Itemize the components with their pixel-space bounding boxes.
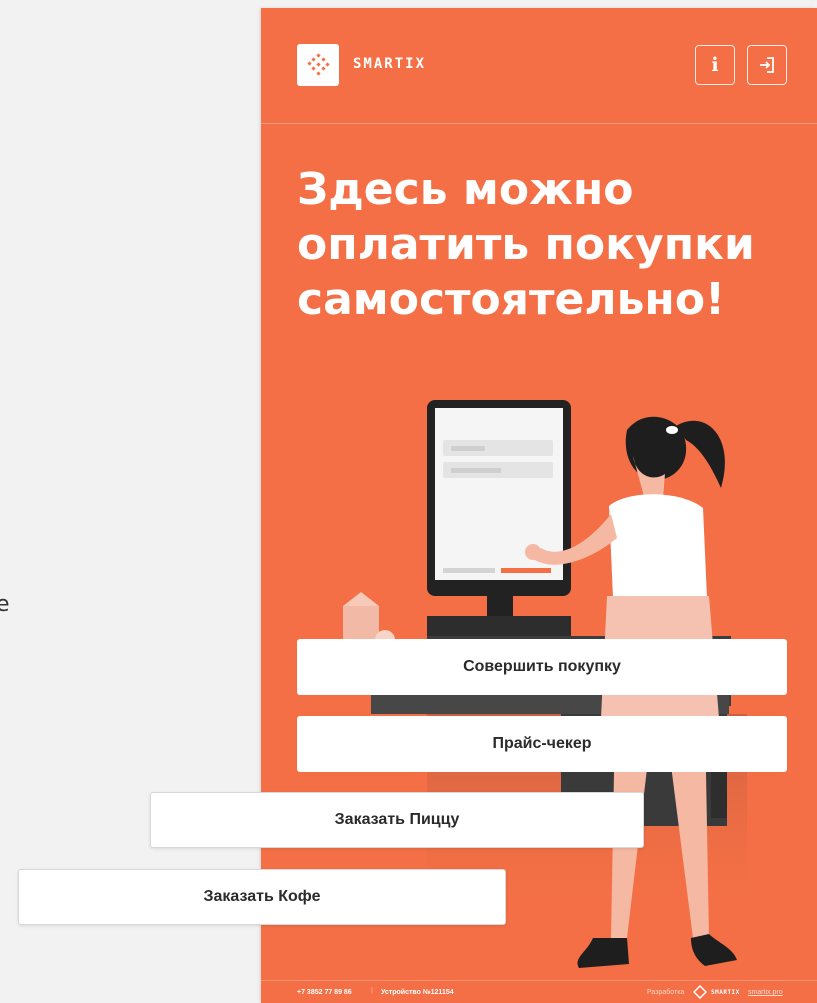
footer-phone: +7 3852 77 89 86 xyxy=(297,989,352,996)
headline-line-1: Здесь можно xyxy=(297,164,634,215)
page-title: Здесь можно оплатить покупки самостоятел… xyxy=(297,162,797,327)
footer-dev-brand: SMARTIX xyxy=(711,989,740,996)
smartix-small-logo-icon xyxy=(693,985,707,999)
header: SMARTIX i xyxy=(261,8,817,124)
kiosk-panel: SMARTIX i Здесь можно оплатить покупки с… xyxy=(261,8,817,1003)
brand-name: SMARTIX xyxy=(353,56,427,72)
buy-button[interactable]: Совершить покупку xyxy=(297,639,787,695)
info-button[interactable]: i xyxy=(695,45,735,85)
smartix-logo-icon xyxy=(297,44,339,86)
footer-device-id: Устройство №121154 xyxy=(381,989,454,996)
order-pizza-button[interactable]: Заказать Пиццу xyxy=(150,792,644,848)
login-button[interactable] xyxy=(747,45,787,85)
price-checker-button[interactable]: Прайс-чекер xyxy=(297,716,787,772)
order-coffee-button[interactable]: Заказать Кофе xyxy=(18,869,506,925)
login-icon xyxy=(760,57,774,73)
info-icon: i xyxy=(711,54,719,76)
headline-line-2: оплатить покупки xyxy=(297,219,755,270)
footer-separator: | xyxy=(371,987,373,994)
footer-dev-label: Разработка xyxy=(647,989,685,996)
footer-dev-site-link[interactable]: smartix.pro xyxy=(748,989,783,996)
footer: +7 3852 77 89 86 | Устройство №121154 Ра… xyxy=(261,980,817,1003)
left-edge-glyph: e xyxy=(0,592,10,617)
headline-line-3: самостоятельно! xyxy=(297,274,726,325)
